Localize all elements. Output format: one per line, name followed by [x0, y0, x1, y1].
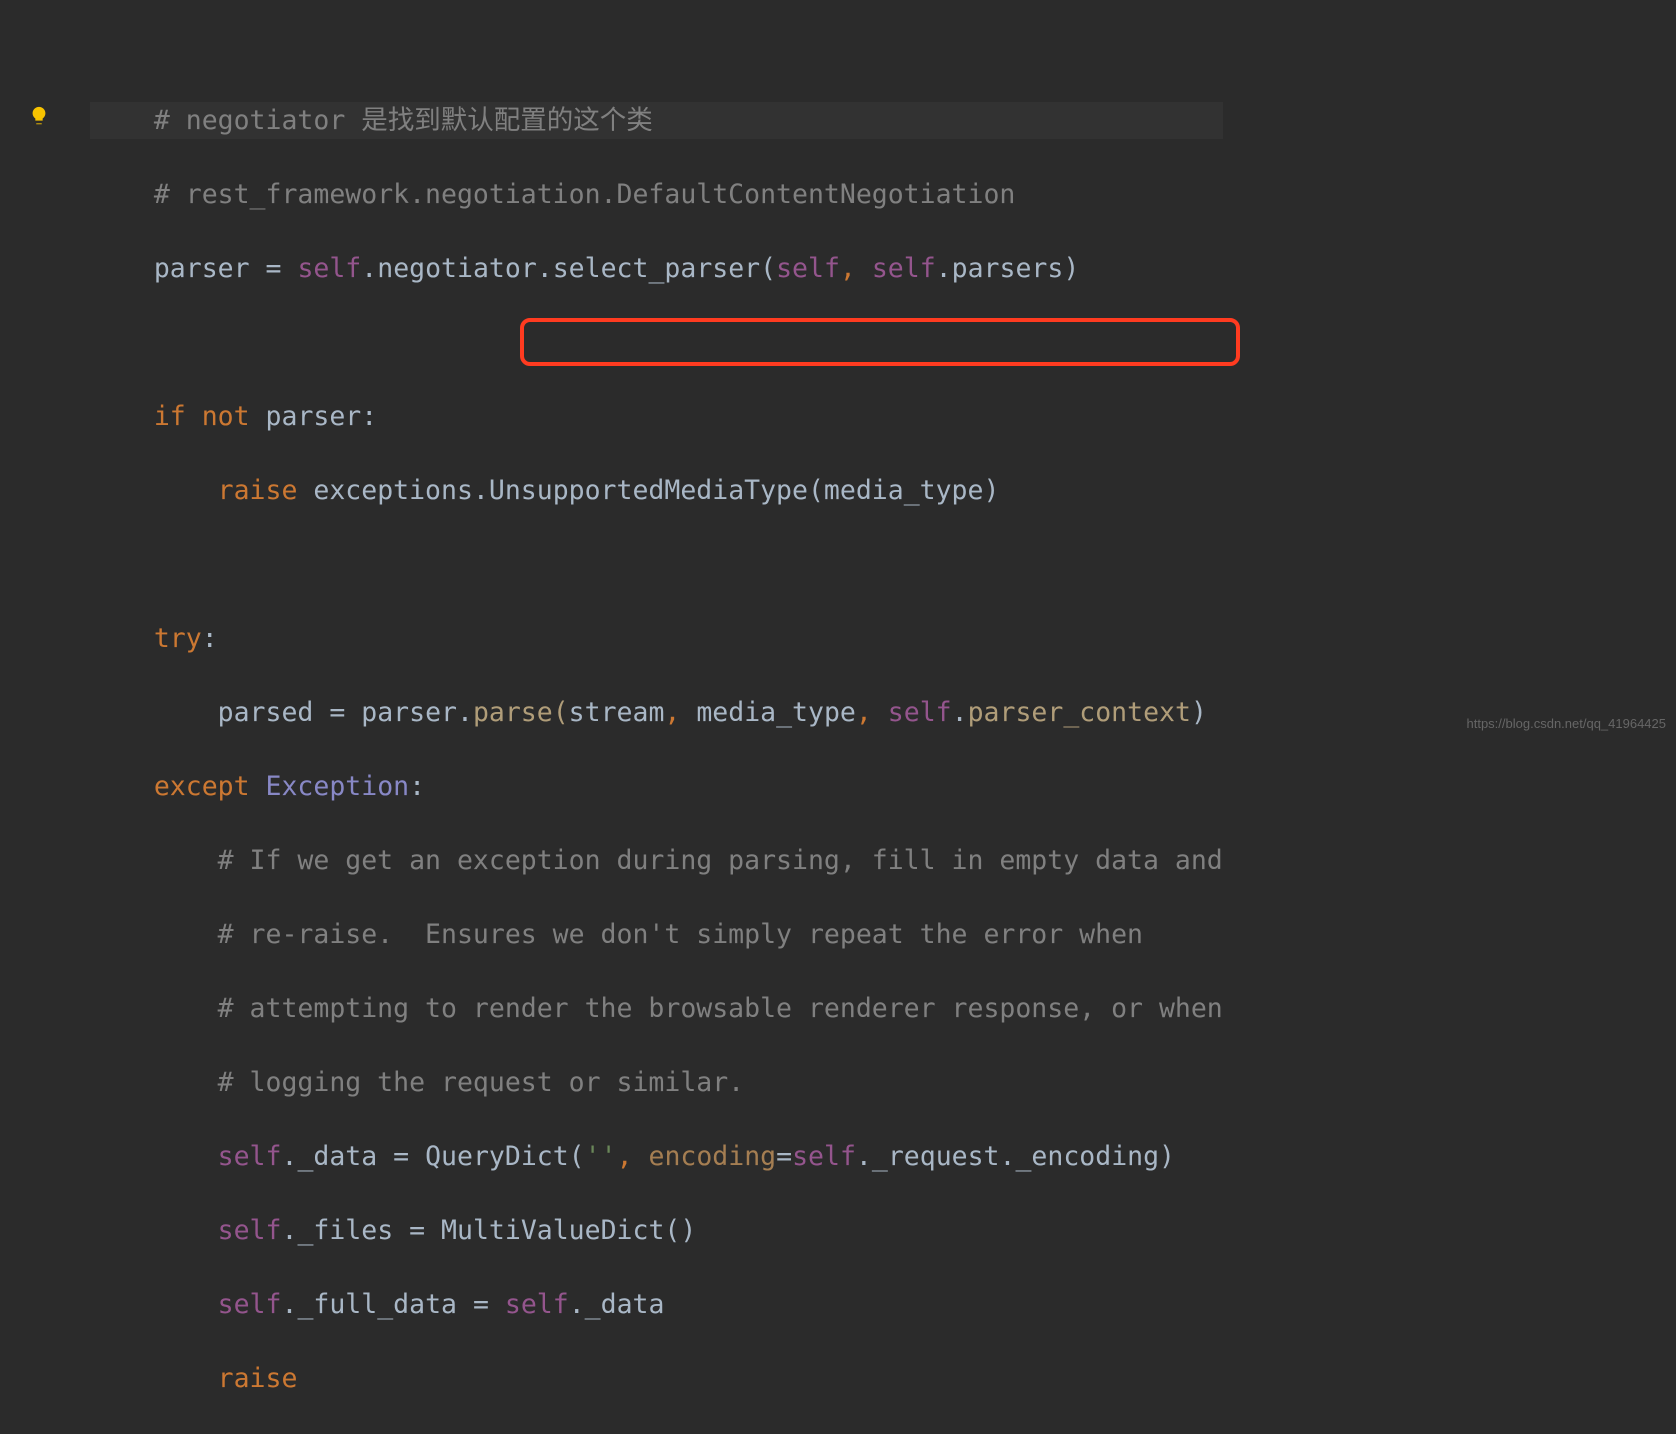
- comment: # If we get an exception during parsing,…: [218, 845, 1223, 876]
- code-line: [90, 546, 1223, 583]
- code-line: raise: [90, 1360, 1223, 1397]
- code-line: self._files = MultiValueDict(): [90, 1212, 1223, 1249]
- comment: # re-raise. Ensures we don't simply repe…: [218, 919, 1143, 950]
- code-line: parser = self.negotiator.select_parser(s…: [90, 250, 1223, 287]
- code-line: # If we get an exception during parsing,…: [90, 842, 1223, 879]
- comment: # attempting to render the browsable ren…: [218, 993, 1223, 1024]
- code-line: self._full_data = self._data: [90, 1286, 1223, 1323]
- code-line: # rest_framework.negotiation.DefaultCont…: [90, 176, 1223, 213]
- code-line: try:: [90, 620, 1223, 657]
- code-line: # attempting to render the browsable ren…: [90, 990, 1223, 1027]
- lightbulb-icon[interactable]: [28, 100, 50, 122]
- comment: # negotiator 是找到默认配置的这个类: [154, 105, 653, 136]
- comment: # logging the request or similar.: [218, 1067, 745, 1098]
- code-line: parsed = parser.parse(stream, media_type…: [90, 694, 1223, 731]
- code-line: # logging the request or similar.: [90, 1064, 1223, 1101]
- code-line: # negotiator 是找到默认配置的这个类: [90, 102, 1223, 139]
- code-line: except Exception:: [90, 768, 1223, 805]
- code-line: [90, 324, 1223, 361]
- comment: # rest_framework.negotiation.DefaultCont…: [154, 179, 1016, 210]
- code-line: self._data = QueryDict('', encoding=self…: [90, 1138, 1223, 1175]
- editor-gutter: [0, 0, 80, 748]
- code-line: # re-raise. Ensures we don't simply repe…: [90, 916, 1223, 953]
- code-editor-viewport[interactable]: # negotiator 是找到默认配置的这个类 # rest_framewor…: [90, 28, 1223, 1434]
- code-line: if not parser:: [90, 398, 1223, 435]
- code-line: raise exceptions.UnsupportedMediaType(me…: [90, 472, 1223, 509]
- watermark-text: https://blog.csdn.net/qq_41964425: [1467, 705, 1667, 742]
